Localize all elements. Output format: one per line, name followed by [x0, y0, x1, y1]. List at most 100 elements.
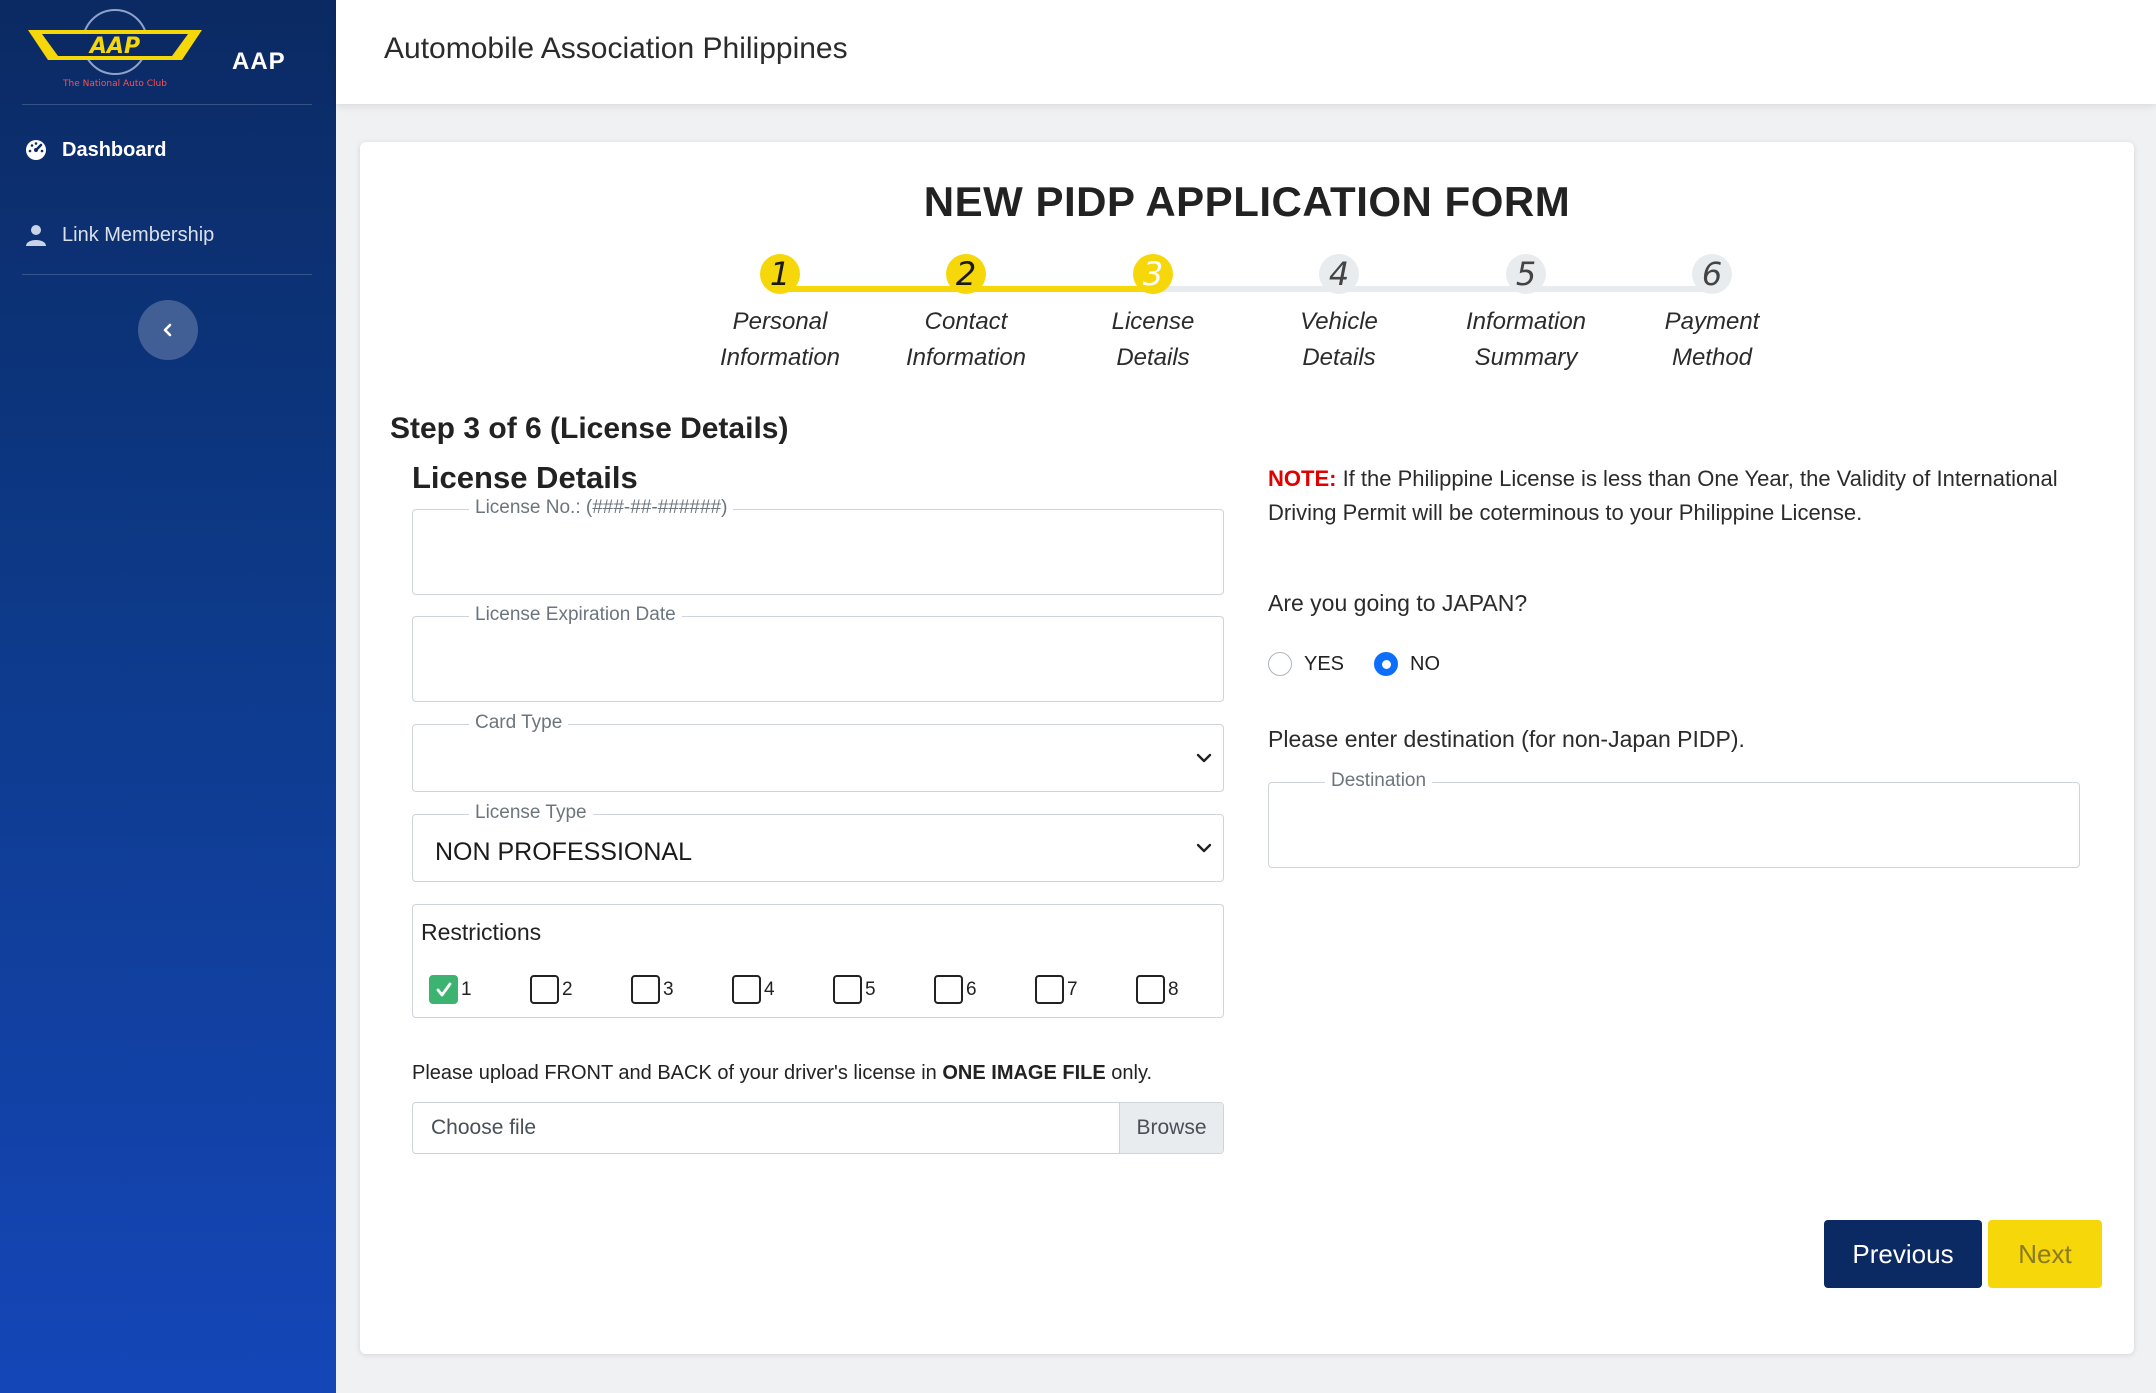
field-label: License Expiration Date — [469, 604, 682, 626]
step-label: Information — [905, 344, 1027, 371]
sidebar-divider — [22, 104, 312, 105]
step-number: 3 — [1133, 254, 1173, 294]
sidebar-divider — [22, 274, 312, 275]
checkbox-label: 2 — [562, 978, 573, 1000]
restriction-checkbox-6[interactable]: 6 — [934, 975, 977, 1004]
checkbox-label: 4 — [764, 978, 775, 1000]
sidebar-item-label: Link Membership — [62, 223, 215, 246]
topbar: Automobile Association Philippines — [336, 0, 2156, 104]
destination-prompt: Please enter destination (for non-Japan … — [1268, 726, 1745, 752]
license-type-select[interactable]: License Type NON PROFESSIONAL — [412, 802, 1224, 882]
checkbox-label: 8 — [1168, 978, 1179, 1000]
sidebar-item-dashboard[interactable]: Dashboard — [24, 130, 166, 170]
license-number-field[interactable]: License No.: (###-##-######) — [412, 497, 1224, 595]
user-icon — [24, 223, 48, 247]
form-title: NEW PIDP APPLICATION FORM — [923, 178, 1571, 225]
step-label: Payment — [1664, 308, 1760, 335]
japan-yes-radio[interactable]: YES — [1268, 652, 1344, 676]
chevron-down-icon — [1196, 843, 1212, 853]
step-label: Summary — [1474, 344, 1578, 371]
page-title: Automobile Association Philippines — [384, 32, 848, 65]
step-vehicle-details[interactable]: 4 Vehicle Details — [1249, 254, 1429, 376]
step-label: Contact — [924, 308, 1008, 335]
restriction-checkbox-4[interactable]: 4 — [732, 975, 775, 1004]
previous-button[interactable]: Previous — [1824, 1220, 1982, 1288]
restrictions-title: Restrictions — [421, 919, 542, 945]
field-label: Card Type — [469, 712, 569, 734]
check-icon — [436, 982, 451, 996]
field-value: NON PROFESSIONAL — [435, 838, 692, 866]
checkbox-label: 1 — [461, 978, 472, 1000]
checkbox-label: 3 — [663, 978, 674, 1000]
restriction-checkbox-8[interactable]: 8 — [1136, 975, 1179, 1004]
step-personal-information[interactable]: 1 Personal Information — [690, 254, 870, 376]
restriction-checkbox-7[interactable]: 7 — [1035, 975, 1078, 1004]
checkbox-box — [631, 975, 660, 1004]
svg-text:AAP: AAP — [88, 34, 140, 59]
step-label: Vehicle — [1300, 308, 1378, 335]
brand-name: AAP — [232, 48, 286, 75]
next-button[interactable]: Next — [1988, 1220, 2102, 1288]
step-heading: Step 3 of 6 (License Details) — [390, 412, 789, 445]
checkbox-label: 5 — [865, 978, 876, 1000]
japan-no-radio[interactable]: NO — [1374, 652, 1440, 676]
upload-text-pre: Please upload FRONT and BACK of your dri… — [412, 1062, 943, 1084]
radio-label: NO — [1410, 652, 1440, 675]
destination-field[interactable]: Destination — [1268, 770, 2080, 868]
upload-instructions: Please upload FRONT and BACK of your dri… — [412, 1062, 1152, 1085]
sidebar-item-link-membership[interactable]: Link Membership — [24, 215, 214, 255]
field-label: License Type — [469, 802, 593, 824]
step-number: 2 — [946, 254, 986, 294]
card-type-select[interactable]: Card Type — [412, 712, 1224, 792]
restriction-checkbox-5[interactable]: 5 — [833, 975, 876, 1004]
stepper: 1 Personal Information 2 Contact Informati… — [360, 254, 2134, 394]
step-payment-method[interactable]: 6 Payment Method — [1622, 254, 1802, 376]
restriction-checkbox-3[interactable]: 3 — [631, 975, 674, 1004]
license-validity-note: NOTE: If the Philippine License is less … — [1268, 462, 2088, 530]
step-label: License — [1111, 308, 1195, 335]
step-label: Method — [1671, 344, 1753, 371]
japan-question: Are you going to JAPAN? — [1268, 590, 1528, 616]
step-contact-information[interactable]: 2 Contact Information — [876, 254, 1056, 376]
restriction-checkbox-1[interactable]: 1 — [429, 975, 472, 1004]
step-license-details[interactable]: 3 License Details — [1063, 254, 1243, 376]
checkbox-box — [934, 975, 963, 1004]
checkbox-box — [1136, 975, 1165, 1004]
gauge-icon — [24, 138, 48, 162]
step-number: 6 — [1692, 254, 1732, 294]
section-heading: License Details — [412, 460, 638, 495]
note-text: If the Philippine License is less than O… — [1268, 466, 2058, 525]
file-name: Choose file — [431, 1116, 537, 1139]
radio-dot — [1268, 652, 1292, 676]
step-label: Details — [1302, 344, 1376, 371]
sidebar-collapse-button[interactable] — [138, 300, 198, 360]
checkbox-box — [833, 975, 862, 1004]
step-label: Information — [719, 344, 841, 371]
restrictions-group: Restrictions 1 2 3 4 5 6 7 8 — [412, 904, 1224, 1018]
radio-label: YES — [1304, 652, 1345, 675]
field-label: Destination — [1325, 770, 1433, 792]
checkbox-label: 6 — [966, 978, 977, 1000]
checkbox-label: 7 — [1067, 978, 1078, 1000]
logo-area: AAP The National Auto Club AAP — [22, 8, 312, 104]
restriction-checkbox-2[interactable]: 2 — [530, 975, 573, 1004]
aap-logo[interactable]: AAP The National Auto Club — [22, 8, 208, 104]
chevron-down-icon — [1196, 753, 1212, 763]
checkbox-box — [429, 975, 458, 1004]
browse-button[interactable]: Browse — [1119, 1103, 1223, 1153]
logo-tagline: The National Auto Club — [62, 79, 167, 89]
license-expiration-field[interactable]: License Expiration Date — [412, 604, 1224, 702]
step-number: 1 — [760, 254, 800, 294]
chevron-left-icon — [163, 323, 172, 337]
note-tag: NOTE: — [1268, 466, 1337, 491]
sidebar: AAP The National Auto Club AAP Dashboard… — [0, 0, 336, 1393]
application-form-card: NEW PIDP APPLICATION FORM 1 Personal Info… — [360, 142, 2134, 1354]
checkbox-box — [1035, 975, 1064, 1004]
step-label: Details — [1116, 344, 1190, 371]
sidebar-item-label: Dashboard — [62, 138, 167, 161]
step-label: Information — [1465, 308, 1587, 335]
step-information-summary[interactable]: 5 Information Summary — [1436, 254, 1616, 376]
license-file-input[interactable]: Choose file Browse — [412, 1102, 1224, 1154]
field-label: License No.: (###-##-######) — [469, 497, 734, 519]
radio-dot — [1374, 652, 1398, 676]
